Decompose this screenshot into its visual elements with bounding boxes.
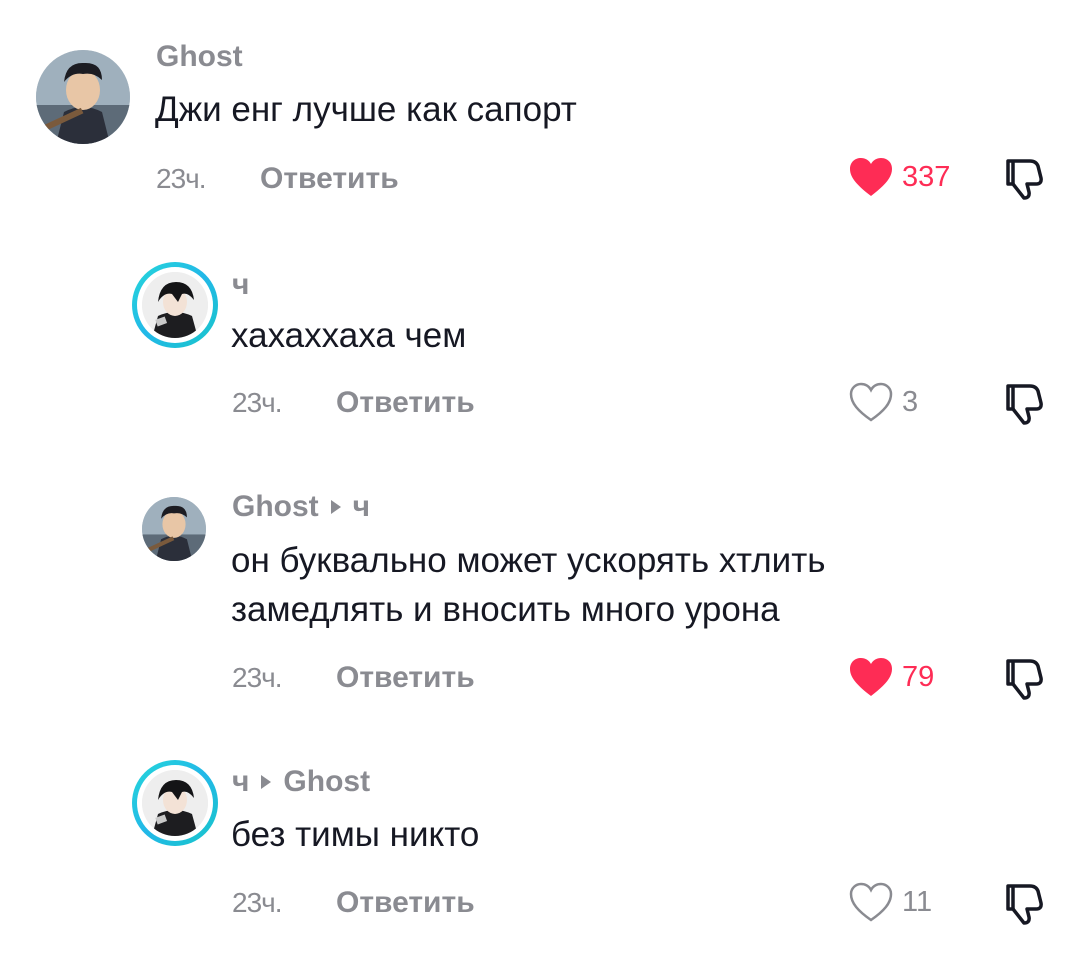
like-button[interactable]: 79 — [848, 656, 934, 698]
avatar — [142, 272, 208, 338]
avatar-image — [36, 50, 130, 144]
dislike-button[interactable] — [1000, 880, 1046, 926]
like-count: 79 — [902, 660, 935, 693]
like-button[interactable]: 3 — [848, 381, 918, 423]
reply-to-username[interactable]: Ghost — [283, 765, 370, 799]
dislike-button[interactable] — [1000, 155, 1046, 201]
avatar-image — [142, 497, 206, 561]
reply-button[interactable]: Ответить — [336, 661, 475, 695]
caret-right-icon — [261, 775, 272, 789]
thumbs-down-icon — [1006, 384, 1043, 425]
username-text[interactable]: ч — [232, 268, 249, 302]
thumbs-down-icon — [1006, 884, 1043, 925]
comment-text-line: замедлять и вносить много урона — [231, 590, 780, 629]
comment-time: 23ч. — [156, 163, 207, 194]
comment-text: хахаххаха чем — [231, 316, 467, 355]
username-text[interactable]: Ghost — [232, 490, 319, 524]
comment-time: 23ч. — [232, 887, 283, 918]
avatar-image — [142, 770, 208, 836]
avatar-story-ring[interactable] — [132, 262, 218, 348]
comment-text: без тимы никто — [231, 815, 480, 854]
avatar — [142, 770, 208, 836]
reply-button[interactable]: Ответить — [260, 162, 399, 196]
like-button[interactable]: 337 — [848, 156, 950, 198]
heart-icon — [849, 882, 893, 922]
username-text[interactable]: Ghost — [156, 40, 243, 74]
thumbs-down-icon — [1006, 659, 1043, 700]
like-count: 3 — [902, 385, 919, 418]
comment-time: 23ч. — [232, 387, 283, 418]
reply-button[interactable]: Ответить — [336, 886, 475, 920]
dislike-button[interactable] — [1000, 655, 1046, 701]
comment-username: ч Ghost — [232, 765, 370, 799]
comment-username[interactable]: Ghost — [156, 40, 243, 74]
comment-username: Ghost ч — [232, 490, 370, 524]
avatar[interactable] — [142, 497, 206, 561]
like-count: 337 — [902, 160, 951, 193]
reply-button[interactable]: Ответить — [336, 386, 475, 420]
avatar-image — [142, 272, 208, 338]
comment-text-line: он буквально может ускорять хтлить — [231, 541, 826, 580]
like-count: 11 — [902, 885, 933, 918]
avatar-story-ring[interactable] — [132, 760, 218, 846]
heart-icon — [849, 382, 893, 422]
comment-text: Джи енг лучше как сапорт — [155, 90, 577, 129]
comment-username[interactable]: ч — [232, 268, 249, 302]
like-button[interactable]: 11 — [848, 881, 932, 923]
heart-icon — [850, 658, 892, 696]
reply-to-username[interactable]: ч — [353, 490, 370, 524]
heart-icon — [850, 158, 892, 196]
username-text[interactable]: ч — [232, 765, 249, 799]
caret-right-icon — [330, 500, 341, 514]
avatar[interactable] — [36, 50, 130, 144]
dislike-button[interactable] — [1000, 380, 1046, 426]
comment-time: 23ч. — [232, 662, 283, 693]
thumbs-down-icon — [1006, 159, 1043, 200]
